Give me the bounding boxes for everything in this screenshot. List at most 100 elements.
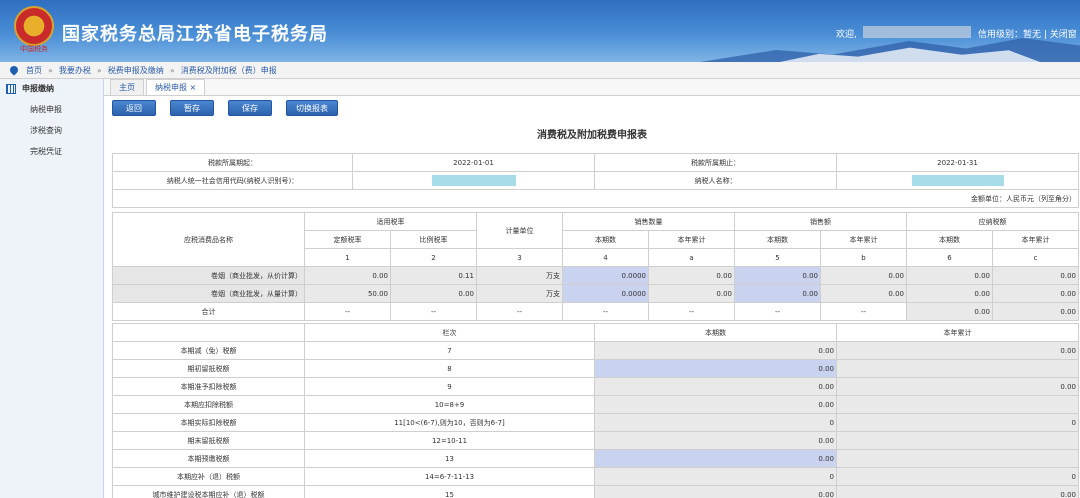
total-tax-ytd-cell: 0.00 [992, 302, 1079, 321]
sidebar-item-declaration[interactable]: 纳税申报 [0, 98, 103, 119]
sidebar-header[interactable]: 申报缴纳 [0, 79, 103, 98]
current-cell: 0.00 [594, 431, 837, 450]
seq-cell: 7 [304, 341, 595, 360]
table-row: 本期应扣除税额 10=8+9 0.00 [112, 395, 1079, 414]
qty-ytd-cell: 0.00 [648, 284, 735, 303]
period-start-value: 2022-01-01 [352, 153, 595, 172]
row-label: 本期预缴税额 [112, 449, 305, 468]
tax-cell: 0.00 [906, 284, 993, 303]
save-button[interactable]: 保存 [228, 100, 272, 116]
amount-input[interactable]: 0.00 [734, 266, 821, 285]
tax-header: 应纳税额 [906, 212, 1079, 231]
temp-save-button[interactable]: 暂存 [170, 100, 214, 116]
amount-ytd-cell: 0.00 [820, 284, 907, 303]
form-title: 消费税及附加税费申报表 [537, 130, 647, 141]
taxpayer-id-field[interactable] [352, 171, 595, 190]
switch-report-button[interactable]: 切换报表 [286, 100, 338, 116]
back-button[interactable]: 返回 [112, 100, 156, 116]
code-cell: b [820, 248, 907, 267]
sidebar-header-label: 申报缴纳 [22, 84, 54, 93]
total-dash: -- [820, 302, 907, 321]
breadcrumb-home[interactable]: 首页 [26, 65, 42, 76]
row-label: 本期应补（退）税额 [112, 467, 305, 486]
total-dash: -- [562, 302, 649, 321]
row-label: 期末留抵税额 [112, 431, 305, 450]
breadcrumb-tax-handling[interactable]: 我要办税 [59, 65, 91, 76]
taxpayer-name-field[interactable] [836, 171, 1079, 190]
current-input[interactable]: 0.00 [594, 449, 837, 468]
rate-fixed-cell: 0.00 [304, 266, 391, 285]
tab-declaration[interactable]: 纳税申报 × [146, 79, 206, 95]
breadcrumb-separator: » [96, 65, 102, 75]
qty-ytd-header: 本年累计 [648, 230, 735, 249]
user-links[interactable]: 信用级别：暂无 | 关闭窗 [978, 27, 1077, 40]
seq-cell: 10=8+9 [304, 395, 595, 414]
total-dash: -- [648, 302, 735, 321]
rate-header: 适用税率 [304, 212, 477, 231]
qty-header: 销售数量 [562, 212, 735, 231]
table-row: 本期实际扣除税额 11[10<(6-7),则为10，否则为6-7] 0 0 [112, 413, 1079, 432]
row-label: 本期准予扣除税额 [112, 377, 305, 396]
ytd-cell: 0.00 [836, 377, 1079, 396]
rate-ratio-cell: 0.11 [390, 266, 477, 285]
amount-ytd-cell: 0.00 [820, 266, 907, 285]
current-cell: 0.00 [594, 395, 837, 414]
taxpayer-id-label: 纳税人统一社会信用代码(纳税人识别号)： [112, 171, 353, 190]
unit-note: 金额单位：人民币元（列至角分） [112, 189, 1079, 208]
unit-header: 计量单位 [476, 212, 563, 249]
tax-emblem-icon [14, 6, 54, 46]
current-input[interactable]: 0.00 [594, 359, 837, 378]
sidebar-item-query[interactable]: 涉税查询 [0, 119, 103, 140]
rate-ratio-cell: 0.00 [390, 284, 477, 303]
qty-input[interactable]: 0.0000 [562, 284, 649, 303]
ytd-cell: 0.00 [836, 485, 1079, 498]
welcome-text: 欢迎, [836, 30, 857, 40]
tab-home[interactable]: 主页 [110, 79, 144, 95]
qty-input[interactable]: 0.0000 [562, 266, 649, 285]
table-row: 卷烟（商业批发，从价计算） 0.00 0.11 万支 0.0000 0.00 0… [112, 266, 1079, 285]
amt-ytd-header: 本年累计 [820, 230, 907, 249]
tax-ytd-header: 本年累计 [992, 230, 1079, 249]
location-pin-icon [8, 64, 20, 76]
tax-ytd-cell: 0.00 [992, 266, 1079, 285]
current-cell: 0.00 [594, 377, 837, 396]
total-dash: -- [734, 302, 821, 321]
seq-cell: 9 [304, 377, 595, 396]
current-cell: 0.00 [594, 485, 837, 498]
total-tax-cell: 0.00 [906, 302, 993, 321]
code-cell: a [648, 248, 735, 267]
seq-cell: 12=10-11 [304, 431, 595, 450]
tax-ytd-cell: 0.00 [992, 284, 1079, 303]
row-label: 卷烟（商业批发，从量计算） [112, 284, 305, 303]
masked-username [863, 26, 971, 38]
total-dash: -- [476, 302, 563, 321]
breadcrumb-separator: » [48, 65, 53, 75]
table-row: 期初留抵税额 8 0.00 [112, 359, 1079, 378]
current-cell: 0 [594, 467, 837, 486]
amt-current-header: 本期数 [734, 230, 821, 249]
table-row: 本期准予扣除税额 9 0.00 0.00 [112, 377, 1079, 396]
row-label: 城市维护建设税本期应补（退）税额 [112, 485, 305, 498]
rate-fixed-cell: 50.00 [304, 284, 391, 303]
code-cell: 1 [304, 248, 391, 267]
table-row: 城市维护建设税本期应补（退）税额 15 0.00 0.00 [112, 485, 1079, 498]
breadcrumb-current[interactable]: 消费税及附加税（费）申报 [181, 65, 277, 76]
ytd-cell [836, 449, 1079, 468]
grid-icon [6, 83, 16, 94]
tax-current-header: 本期数 [906, 230, 993, 249]
tab-bar: 主页 纳税申报 × [104, 79, 1080, 96]
amount-input[interactable]: 0.00 [734, 284, 821, 303]
breadcrumb-declaration[interactable]: 税费申报及缴纳 [108, 65, 164, 76]
seq-cell: 14=6-7-11-13 [304, 467, 595, 486]
code-cell: 6 [906, 248, 993, 267]
site-title: 国家税务总局江苏省电子税务局 [62, 24, 328, 45]
site-header: 中国税务 国家税务总局江苏省电子税务局 欢迎, 信用级别：暂无 | 关闭窗 [0, 0, 1080, 62]
table-row: 合计 -- -- -- -- -- -- -- 0.00 0.00 [112, 302, 1079, 321]
qty-ytd-cell: 0.00 [648, 266, 735, 285]
seq-cell: 15 [304, 485, 595, 498]
ytd-cell: 0.00 [836, 341, 1079, 360]
total-label: 合计 [112, 302, 305, 321]
total-dash: -- [304, 302, 391, 321]
sidebar-item-certificate[interactable]: 完税凭证 [0, 140, 103, 161]
breadcrumb-separator: » [169, 65, 175, 75]
